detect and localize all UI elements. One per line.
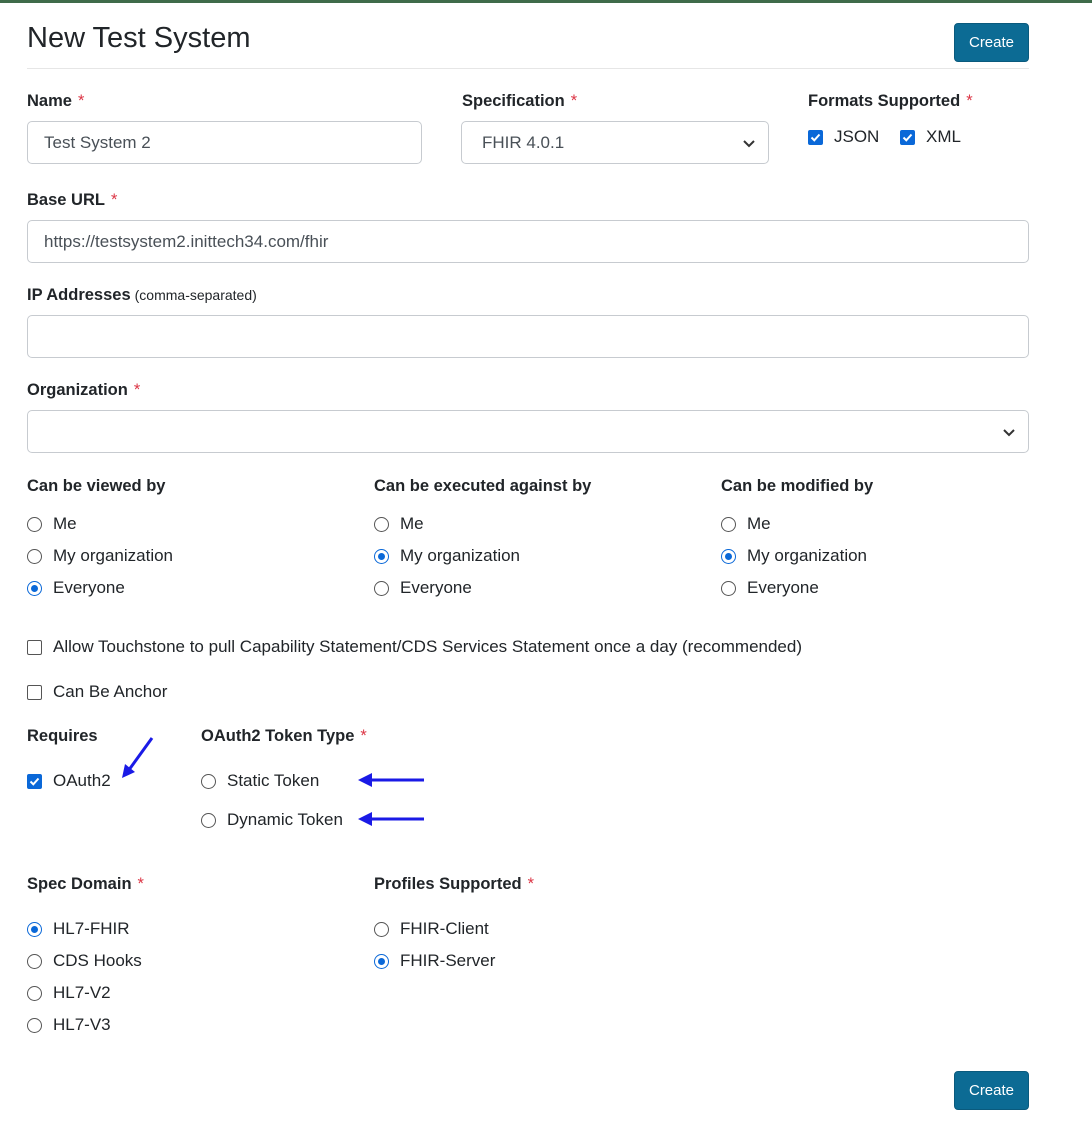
option-label: My organization bbox=[747, 546, 868, 565]
annotation-arrow-icon bbox=[122, 737, 154, 778]
format-json-checkbox[interactable]: JSON bbox=[808, 127, 879, 147]
formats-label: Formats Supported * bbox=[808, 92, 973, 110]
organization-label: Organization * bbox=[27, 381, 141, 399]
radio-button[interactable] bbox=[721, 516, 736, 532]
oauth2-label: OAuth2 bbox=[53, 771, 111, 790]
annotation-arrow-icon bbox=[358, 773, 424, 787]
oauth2-checkbox[interactable]: OAuth2 bbox=[27, 771, 111, 791]
spec-domain-cds-hooks[interactable]: CDS Hooks bbox=[27, 951, 142, 971]
spec-domain-hl7-fhir[interactable]: HL7-FHIR bbox=[27, 919, 130, 939]
option-label: HL7-FHIR bbox=[53, 919, 130, 938]
radio-button[interactable] bbox=[721, 548, 736, 564]
modified-by-everyone[interactable]: Everyone bbox=[721, 578, 819, 598]
create-button-bottom[interactable]: Create bbox=[954, 1071, 1029, 1110]
radio-button[interactable] bbox=[374, 953, 389, 969]
page-title: New Test System bbox=[27, 22, 251, 54]
ip-addresses-label: IP Addresses (comma-separated) bbox=[27, 286, 257, 304]
requires-label: Requires bbox=[27, 727, 98, 745]
executed-by-my-organization[interactable]: My organization bbox=[374, 546, 520, 566]
spec-domain-label: Spec Domain * bbox=[27, 875, 144, 893]
option-label: Dynamic Token bbox=[227, 810, 343, 829]
radio-button[interactable] bbox=[27, 548, 42, 564]
profile-fhir-client[interactable]: FHIR-Client bbox=[374, 919, 489, 939]
radio-button[interactable] bbox=[721, 580, 736, 596]
base-url-input[interactable]: https://testsystem2.inittech34.com/fhir bbox=[27, 220, 1029, 263]
top-border bbox=[0, 0, 1092, 3]
format-xml-checkbox[interactable]: XML bbox=[900, 127, 961, 147]
radio-button[interactable] bbox=[374, 580, 389, 596]
option-label: Me bbox=[747, 514, 771, 533]
dynamic-token-radio[interactable]: Dynamic Token bbox=[201, 810, 343, 830]
divider bbox=[27, 68, 1029, 69]
option-label: Static Token bbox=[227, 771, 320, 790]
executed-by-everyone[interactable]: Everyone bbox=[374, 578, 472, 598]
ip-addresses-input[interactable] bbox=[27, 315, 1029, 358]
viewed-by-label: Can be viewed by bbox=[27, 477, 166, 495]
viewed-by-everyone[interactable]: Everyone bbox=[27, 578, 125, 598]
viewed-by-me[interactable]: Me bbox=[27, 514, 77, 534]
option-label: FHIR-Client bbox=[400, 919, 489, 938]
checkbox[interactable] bbox=[27, 773, 42, 789]
radio-button[interactable] bbox=[374, 921, 389, 937]
modified-by-me[interactable]: Me bbox=[721, 514, 771, 534]
format-xml-label: XML bbox=[926, 127, 961, 146]
checkbox[interactable] bbox=[27, 639, 42, 655]
radio-button[interactable] bbox=[27, 1017, 42, 1033]
name-label: Name * bbox=[27, 92, 85, 110]
option-label: My organization bbox=[400, 546, 521, 565]
checkbox[interactable] bbox=[900, 129, 915, 145]
profiles-label: Profiles Supported * bbox=[374, 875, 535, 893]
option-label: My organization bbox=[53, 546, 174, 565]
radio-button[interactable] bbox=[374, 548, 389, 564]
radio-button[interactable] bbox=[27, 921, 42, 937]
chevron-down-icon bbox=[743, 140, 755, 148]
radio-button[interactable] bbox=[201, 773, 216, 789]
spec-domain-hl7-v2[interactable]: HL7-V2 bbox=[27, 983, 111, 1003]
option-label: FHIR-Server bbox=[400, 951, 496, 970]
option-label: HL7-V2 bbox=[53, 983, 111, 1002]
specification-label: Specification * bbox=[462, 92, 578, 110]
radio-button[interactable] bbox=[27, 580, 42, 596]
annotation-arrow-icon bbox=[358, 812, 424, 826]
anchor-label: Can Be Anchor bbox=[53, 682, 168, 701]
format-json-label: JSON bbox=[834, 127, 880, 146]
anchor-checkbox[interactable]: Can Be Anchor bbox=[27, 682, 167, 702]
spec-domain-hl7-v3[interactable]: HL7-V3 bbox=[27, 1015, 111, 1035]
option-label: HL7-V3 bbox=[53, 1015, 111, 1034]
radio-button[interactable] bbox=[27, 985, 42, 1001]
modified-by-label: Can be modified by bbox=[721, 477, 874, 495]
option-label: CDS Hooks bbox=[53, 951, 142, 970]
create-button-top[interactable]: Create bbox=[954, 23, 1029, 62]
base-url-label: Base URL * bbox=[27, 191, 118, 209]
executed-by-me[interactable]: Me bbox=[374, 514, 424, 534]
specification-select[interactable]: FHIR 4.0.1 bbox=[461, 121, 769, 164]
option-label: Everyone bbox=[53, 578, 125, 597]
modified-by-my-organization[interactable]: My organization bbox=[721, 546, 867, 566]
option-label: Everyone bbox=[747, 578, 819, 597]
radio-button[interactable] bbox=[27, 953, 42, 969]
radio-button[interactable] bbox=[201, 812, 216, 828]
checkbox[interactable] bbox=[808, 129, 823, 145]
radio-button[interactable] bbox=[374, 516, 389, 532]
static-token-radio[interactable]: Static Token bbox=[201, 771, 319, 791]
organization-select[interactable] bbox=[27, 410, 1029, 453]
viewed-by-my-organization[interactable]: My organization bbox=[27, 546, 173, 566]
profile-fhir-server[interactable]: FHIR-Server bbox=[374, 951, 495, 971]
executed-by-label: Can be executed against by bbox=[374, 477, 592, 495]
checkbox[interactable] bbox=[27, 684, 42, 700]
allow-pull-label: Allow Touchstone to pull Capability Stat… bbox=[53, 637, 803, 656]
allow-pull-checkbox[interactable]: Allow Touchstone to pull Capability Stat… bbox=[27, 637, 802, 657]
radio-button[interactable] bbox=[27, 516, 42, 532]
option-label: Me bbox=[53, 514, 77, 533]
option-label: Me bbox=[400, 514, 424, 533]
oauth-token-type-label: OAuth2 Token Type * bbox=[201, 727, 367, 745]
name-input[interactable]: Test System 2 bbox=[27, 121, 422, 164]
chevron-down-icon bbox=[1003, 429, 1015, 437]
option-label: Everyone bbox=[400, 578, 472, 597]
